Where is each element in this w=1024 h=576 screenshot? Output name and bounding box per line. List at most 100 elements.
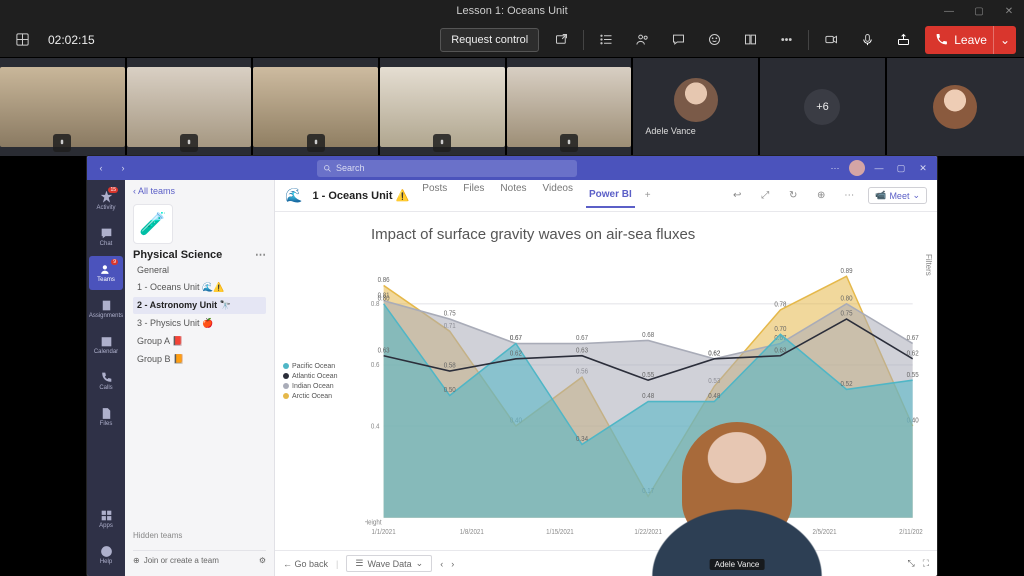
window-maximize-icon[interactable]: ▢ <box>964 0 994 22</box>
mic-icon[interactable] <box>853 26 881 54</box>
filters-pane-label[interactable]: Filters <box>920 250 937 280</box>
svg-text:0.63: 0.63 <box>774 347 786 354</box>
rail-activity[interactable]: Activity15 <box>89 184 123 218</box>
prev-page-icon[interactable]: ‹ <box>440 559 443 569</box>
mic-icon <box>180 134 198 152</box>
svg-text:0.50: 0.50 <box>444 387 456 394</box>
rail-files[interactable]: Files <box>89 400 123 434</box>
layout-icon[interactable] <box>8 26 36 54</box>
search-input[interactable]: Search <box>317 160 577 177</box>
list-icon[interactable] <box>592 26 620 54</box>
svg-text:2/5/2021: 2/5/2021 <box>812 529 836 536</box>
more-icon[interactable]: ⋯ <box>827 160 843 176</box>
svg-text:0.86: 0.86 <box>378 277 390 284</box>
avatar[interactable] <box>849 160 865 176</box>
participant-tile[interactable] <box>253 58 378 156</box>
next-page-icon[interactable]: › <box>451 559 454 569</box>
add-tab-icon[interactable]: + <box>645 190 651 201</box>
page-selector[interactable]: ☰ Wave Data ⌄ <box>346 555 432 572</box>
shared-window: ‹ › Search ⋯ ― ▢ ✕ Activity15ChatTeams9A… <box>87 156 937 576</box>
overflow-tile[interactable]: +6 <box>760 58 885 156</box>
join-team-icon[interactable]: ⊕ <box>133 556 140 565</box>
more-icon[interactable]: ⋯ <box>255 248 266 261</box>
participant-tile[interactable] <box>507 58 632 156</box>
svg-text:1/15/2021: 1/15/2021 <box>546 529 574 536</box>
back-arrow-icon[interactable]: ‹ <box>93 160 109 176</box>
forward-arrow-icon[interactable]: › <box>115 160 131 176</box>
more-icon[interactable] <box>772 26 800 54</box>
overflow-count: +6 <box>804 89 840 125</box>
svg-text:0.62: 0.62 <box>907 350 919 357</box>
fullscreen-icon[interactable]: ⛶ <box>923 558 929 569</box>
channel-content: 🌊 1 - Oceans Unit ⚠️ PostsFilesNotesVide… <box>275 180 937 576</box>
go-back-button[interactable]: ← Go back <box>283 559 328 569</box>
rooms-icon[interactable] <box>736 26 764 54</box>
popout-icon[interactable] <box>547 26 575 54</box>
tab-power-bi[interactable]: Power BI <box>586 189 635 208</box>
window-close-icon[interactable]: ✕ <box>915 160 931 176</box>
mic-icon <box>53 134 71 152</box>
back-to-teams-link[interactable]: ‹ All teams <box>133 186 266 196</box>
channel-item[interactable]: General <box>133 262 266 278</box>
participant-tile[interactable] <box>127 58 252 156</box>
legend-item[interactable]: Arctic Ocean <box>283 393 365 400</box>
tab-videos[interactable]: Videos <box>540 183 576 208</box>
window-titlebar: Lesson 1: Oceans Unit ― ▢ ✕ <box>0 0 1024 22</box>
rail-apps[interactable]: Apps <box>89 502 123 536</box>
rail-calendar[interactable]: Calendar <box>89 328 123 362</box>
channel-header: 🌊 1 - Oceans Unit ⚠️ PostsFilesNotesVide… <box>275 180 937 212</box>
channel-item[interactable]: 3 - Physics Unit 🍎 <box>133 315 266 332</box>
svg-text:0.78: 0.78 <box>774 301 786 308</box>
reactions-icon[interactable] <box>700 26 728 54</box>
rail-help[interactable]: ?Help <box>89 538 123 572</box>
tab-files[interactable]: Files <box>460 183 487 208</box>
fit-icon[interactable]: ⤡ <box>907 558 914 569</box>
mic-icon <box>307 134 325 152</box>
hidden-teams-label[interactable]: Hidden teams <box>133 521 266 550</box>
window-minimize-icon[interactable]: ― <box>934 0 964 22</box>
reply-icon[interactable]: ↩ <box>728 187 746 205</box>
svg-text:0.70: 0.70 <box>774 326 786 333</box>
self-tile[interactable] <box>887 58 1024 156</box>
share-stage: ‹ › Search ⋯ ― ▢ ✕ Activity15ChatTeams9A… <box>0 156 1024 576</box>
channel-item[interactable]: 2 - Astronomy Unit 🔭 <box>133 297 266 314</box>
rail-chat[interactable]: Chat <box>89 220 123 254</box>
rail-calls[interactable]: Calls <box>89 364 123 398</box>
people-icon[interactable] <box>628 26 656 54</box>
window-close-icon[interactable]: ✕ <box>994 0 1024 22</box>
meet-button[interactable]: 📹 Meet ⌄ <box>868 187 927 204</box>
window-maximize-icon[interactable]: ▢ <box>893 160 909 176</box>
svg-text:0.48: 0.48 <box>708 393 720 400</box>
legend-item[interactable]: Pacific Ocean <box>283 363 365 370</box>
join-team-link[interactable]: Join or create a team <box>144 556 219 565</box>
legend-item[interactable]: Atlantic Ocean <box>283 373 365 380</box>
svg-text:0.89: 0.89 <box>841 268 853 275</box>
request-control-button[interactable]: Request control <box>440 28 539 52</box>
meeting-duration: 02:02:15 <box>48 33 95 47</box>
channel-item[interactable]: Group B 📙 <box>133 351 266 368</box>
participant-tile[interactable]: Adele Vance <box>633 58 758 156</box>
channel-item[interactable]: Group A 📕 <box>133 333 266 350</box>
share-icon[interactable] <box>889 26 917 54</box>
rail-teams[interactable]: Teams9 <box>89 256 123 290</box>
expand-icon[interactable]: ⤢ <box>756 187 774 205</box>
leave-chevron-icon[interactable]: ⌄ <box>993 26 1010 54</box>
participant-tile[interactable] <box>0 58 125 156</box>
refresh-icon[interactable]: ↻ <box>784 187 802 205</box>
app-rail: Activity15ChatTeams9AssignmentsCalendarC… <box>87 180 125 576</box>
legend-item[interactable]: Indian Ocean <box>283 383 365 390</box>
channel-item[interactable]: 1 - Oceans Unit 🌊⚠️ <box>133 279 266 296</box>
globe-icon[interactable]: ⊕ <box>812 187 830 205</box>
tab-posts[interactable]: Posts <box>419 183 450 208</box>
svg-text:0.67: 0.67 <box>576 335 588 342</box>
camera-icon[interactable] <box>817 26 845 54</box>
rail-assignments[interactable]: Assignments <box>89 292 123 326</box>
more-icon[interactable]: ⋯ <box>840 187 858 205</box>
avatar <box>674 78 718 122</box>
tab-notes[interactable]: Notes <box>497 183 529 208</box>
leave-button[interactable]: Leave ⌄ <box>925 26 1016 54</box>
window-minimize-icon[interactable]: ― <box>871 160 887 176</box>
participant-tile[interactable] <box>380 58 505 156</box>
chat-icon[interactable] <box>664 26 692 54</box>
settings-icon[interactable]: ⚙ <box>259 556 266 565</box>
